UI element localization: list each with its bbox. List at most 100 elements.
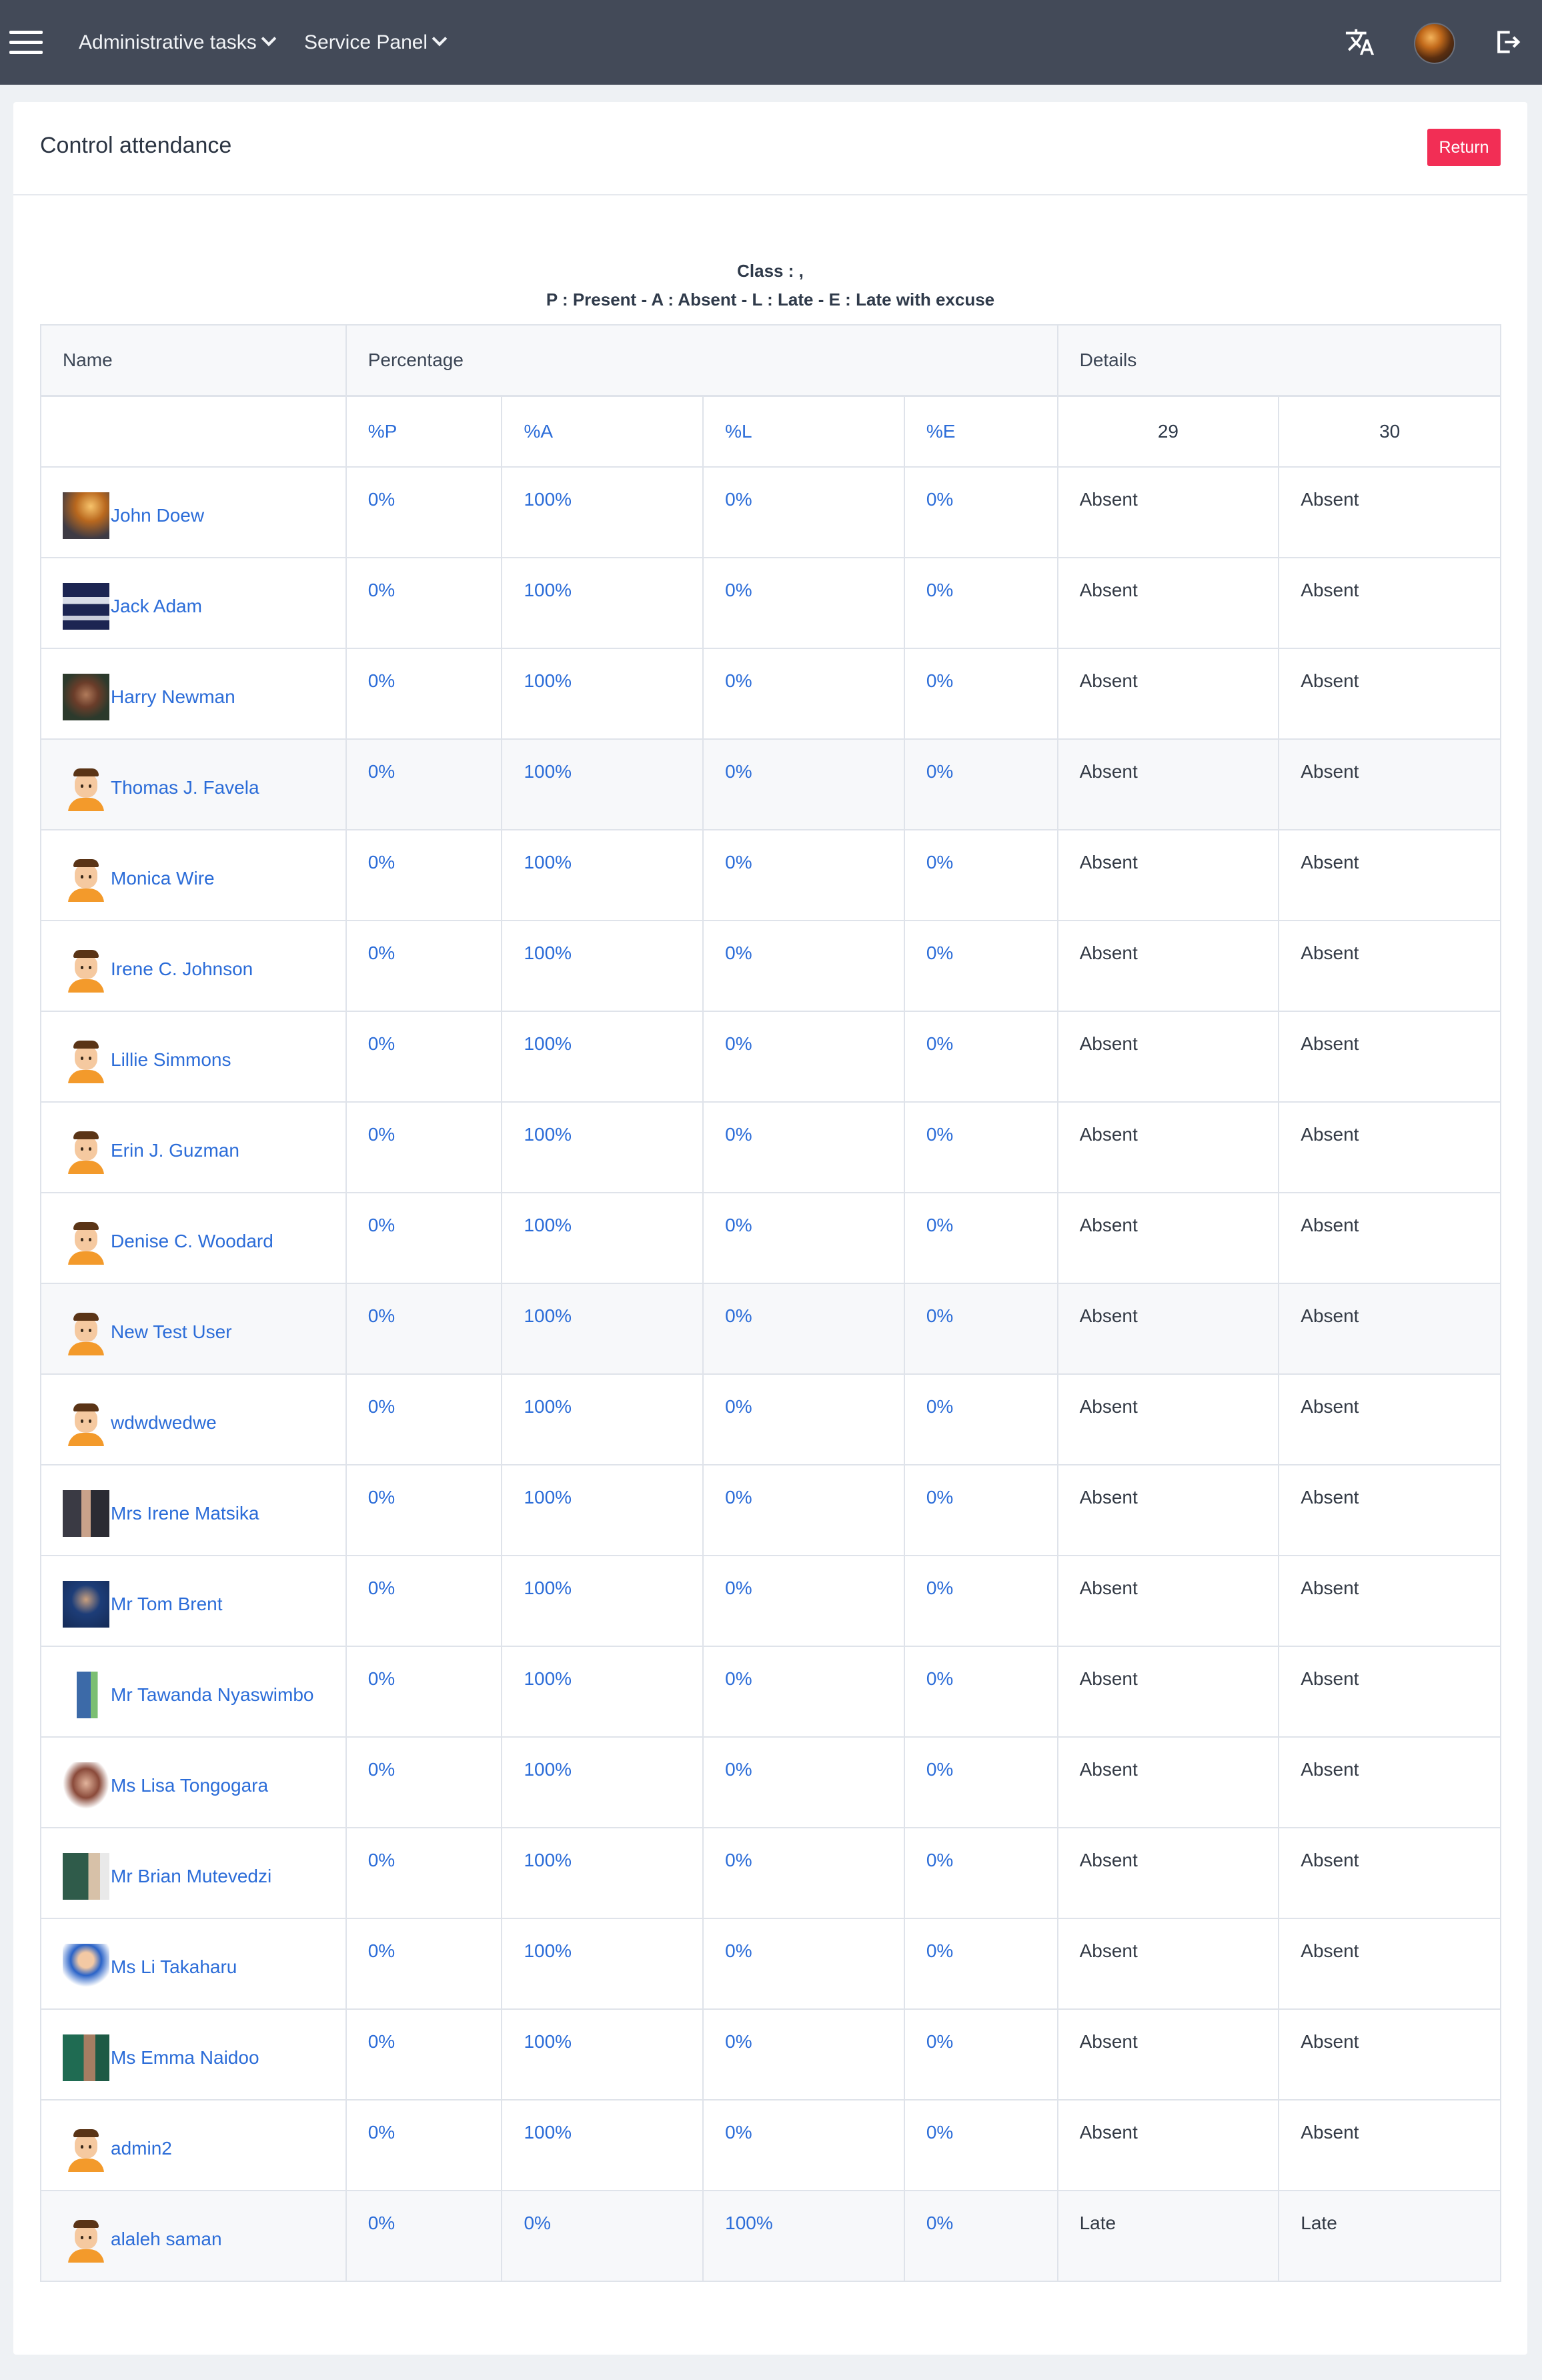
subheader-late[interactable]: %L bbox=[702, 395, 905, 468]
percent-excused-cell[interactable]: 0% bbox=[903, 648, 1058, 740]
percent-absent-cell[interactable]: 100% bbox=[501, 1827, 704, 1919]
student-name-link[interactable]: Jack Adam bbox=[111, 596, 202, 617]
percent-absent-cell[interactable]: 100% bbox=[501, 1464, 704, 1556]
percent-present-cell[interactable]: 0% bbox=[345, 1646, 503, 1738]
percent-late-cell[interactable]: 0% bbox=[702, 1011, 905, 1103]
subheader-excused[interactable]: %E bbox=[903, 395, 1058, 468]
percent-excused-cell[interactable]: 0% bbox=[903, 738, 1058, 830]
percent-absent-cell[interactable]: 100% bbox=[501, 738, 704, 830]
percent-late-cell[interactable]: 0% bbox=[702, 1736, 905, 1828]
student-name-link[interactable]: Ms Lisa Tongogara bbox=[111, 1775, 268, 1796]
percent-late-cell[interactable]: 0% bbox=[702, 1555, 905, 1647]
percent-absent-cell[interactable]: 100% bbox=[501, 1555, 704, 1647]
student-name-link[interactable]: New Test User bbox=[111, 1321, 232, 1343]
percent-present-cell[interactable]: 0% bbox=[345, 2190, 503, 2282]
student-name-link[interactable]: Erin J. Guzman bbox=[111, 1140, 239, 1161]
percent-excused-cell[interactable]: 0% bbox=[903, 1736, 1058, 1828]
percent-excused-cell[interactable]: 0% bbox=[903, 2190, 1058, 2282]
percent-excused-cell[interactable]: 0% bbox=[903, 466, 1058, 558]
percent-late-cell[interactable]: 0% bbox=[702, 1101, 905, 1193]
percent-absent-cell[interactable]: 100% bbox=[501, 920, 704, 1012]
percent-present-cell[interactable]: 0% bbox=[345, 2008, 503, 2101]
percent-excused-cell[interactable]: 0% bbox=[903, 557, 1058, 649]
percent-present-cell[interactable]: 0% bbox=[345, 1918, 503, 2010]
percent-absent-cell[interactable]: 0% bbox=[501, 2190, 704, 2282]
student-name-link[interactable]: John Doew bbox=[111, 505, 204, 526]
subheader-present[interactable]: %P bbox=[345, 395, 503, 468]
percent-late-cell[interactable]: 0% bbox=[702, 2099, 905, 2191]
percent-excused-cell[interactable]: 0% bbox=[903, 1918, 1058, 2010]
percent-excused-cell[interactable]: 0% bbox=[903, 2099, 1058, 2191]
percent-absent-cell[interactable]: 100% bbox=[501, 1373, 704, 1465]
percent-present-cell[interactable]: 0% bbox=[345, 829, 503, 921]
percent-late-cell[interactable]: 100% bbox=[702, 2190, 905, 2282]
percent-absent-cell[interactable]: 100% bbox=[501, 466, 704, 558]
percent-late-cell[interactable]: 0% bbox=[702, 829, 905, 921]
percent-present-cell[interactable]: 0% bbox=[345, 1192, 503, 1284]
student-name-link[interactable]: alaleh saman bbox=[111, 2229, 222, 2250]
percent-late-cell[interactable]: 0% bbox=[702, 1373, 905, 1465]
percent-present-cell[interactable]: 0% bbox=[345, 648, 503, 740]
percent-present-cell[interactable]: 0% bbox=[345, 738, 503, 830]
translate-icon[interactable] bbox=[1345, 27, 1375, 57]
logout-icon[interactable] bbox=[1493, 27, 1522, 57]
student-name-link[interactable]: Monica Wire bbox=[111, 868, 215, 889]
percent-late-cell[interactable]: 0% bbox=[702, 1646, 905, 1738]
percent-present-cell[interactable]: 0% bbox=[345, 1827, 503, 1919]
percent-absent-cell[interactable]: 100% bbox=[501, 1736, 704, 1828]
percent-absent-cell[interactable]: 100% bbox=[501, 1101, 704, 1193]
percent-excused-cell[interactable]: 0% bbox=[903, 1283, 1058, 1375]
percent-excused-cell[interactable]: 0% bbox=[903, 920, 1058, 1012]
return-button[interactable]: Return bbox=[1427, 129, 1501, 166]
percent-late-cell[interactable]: 0% bbox=[702, 466, 905, 558]
percent-present-cell[interactable]: 0% bbox=[345, 1373, 503, 1465]
student-name-link[interactable]: Irene C. Johnson bbox=[111, 959, 253, 980]
student-name-link[interactable]: wdwdwedwe bbox=[111, 1412, 217, 1433]
percent-absent-cell[interactable]: 100% bbox=[501, 1283, 704, 1375]
administrative-tasks-menu[interactable]: Administrative tasks bbox=[79, 0, 277, 85]
percent-present-cell[interactable]: 0% bbox=[345, 1101, 503, 1193]
percent-absent-cell[interactable]: 100% bbox=[501, 648, 704, 740]
percent-late-cell[interactable]: 0% bbox=[702, 1827, 905, 1919]
percent-present-cell[interactable]: 0% bbox=[345, 466, 503, 558]
student-name-link[interactable]: Mr Brian Mutevedzi bbox=[111, 1866, 271, 1887]
student-name-link[interactable]: Lillie Simmons bbox=[111, 1049, 231, 1071]
student-name-link[interactable]: Mr Tom Brent bbox=[111, 1594, 223, 1615]
student-name-link[interactable]: Harry Newman bbox=[111, 686, 235, 708]
menu-icon[interactable] bbox=[9, 31, 43, 55]
percent-present-cell[interactable]: 0% bbox=[345, 1464, 503, 1556]
service-panel-menu[interactable]: Service Panel bbox=[304, 0, 448, 85]
percent-late-cell[interactable]: 0% bbox=[702, 738, 905, 830]
percent-late-cell[interactable]: 0% bbox=[702, 1283, 905, 1375]
percent-present-cell[interactable]: 0% bbox=[345, 1555, 503, 1647]
percent-absent-cell[interactable]: 100% bbox=[501, 1646, 704, 1738]
student-name-link[interactable]: Denise C. Woodard bbox=[111, 1231, 273, 1252]
percent-absent-cell[interactable]: 100% bbox=[501, 557, 704, 649]
percent-excused-cell[interactable]: 0% bbox=[903, 1555, 1058, 1647]
percent-excused-cell[interactable]: 0% bbox=[903, 2008, 1058, 2101]
student-name-link[interactable]: Mrs Irene Matsika bbox=[111, 1503, 259, 1524]
percent-late-cell[interactable]: 0% bbox=[702, 920, 905, 1012]
percent-excused-cell[interactable]: 0% bbox=[903, 1101, 1058, 1193]
percent-late-cell[interactable]: 0% bbox=[702, 2008, 905, 2101]
student-name-link[interactable]: Ms Li Takaharu bbox=[111, 1956, 237, 1978]
percent-late-cell[interactable]: 0% bbox=[702, 1918, 905, 2010]
percent-present-cell[interactable]: 0% bbox=[345, 557, 503, 649]
percent-late-cell[interactable]: 0% bbox=[702, 648, 905, 740]
percent-present-cell[interactable]: 0% bbox=[345, 1736, 503, 1828]
percent-present-cell[interactable]: 0% bbox=[345, 1011, 503, 1103]
percent-excused-cell[interactable]: 0% bbox=[903, 829, 1058, 921]
subheader-absent[interactable]: %A bbox=[501, 395, 704, 468]
percent-late-cell[interactable]: 0% bbox=[702, 557, 905, 649]
percent-late-cell[interactable]: 0% bbox=[702, 1464, 905, 1556]
percent-excused-cell[interactable]: 0% bbox=[903, 1373, 1058, 1465]
percent-absent-cell[interactable]: 100% bbox=[501, 1918, 704, 2010]
percent-excused-cell[interactable]: 0% bbox=[903, 1464, 1058, 1556]
percent-absent-cell[interactable]: 100% bbox=[501, 2008, 704, 2101]
percent-late-cell[interactable]: 0% bbox=[702, 1192, 905, 1284]
percent-excused-cell[interactable]: 0% bbox=[903, 1192, 1058, 1284]
percent-present-cell[interactable]: 0% bbox=[345, 1283, 503, 1375]
percent-excused-cell[interactable]: 0% bbox=[903, 1646, 1058, 1738]
percent-present-cell[interactable]: 0% bbox=[345, 2099, 503, 2191]
percent-excused-cell[interactable]: 0% bbox=[903, 1011, 1058, 1103]
